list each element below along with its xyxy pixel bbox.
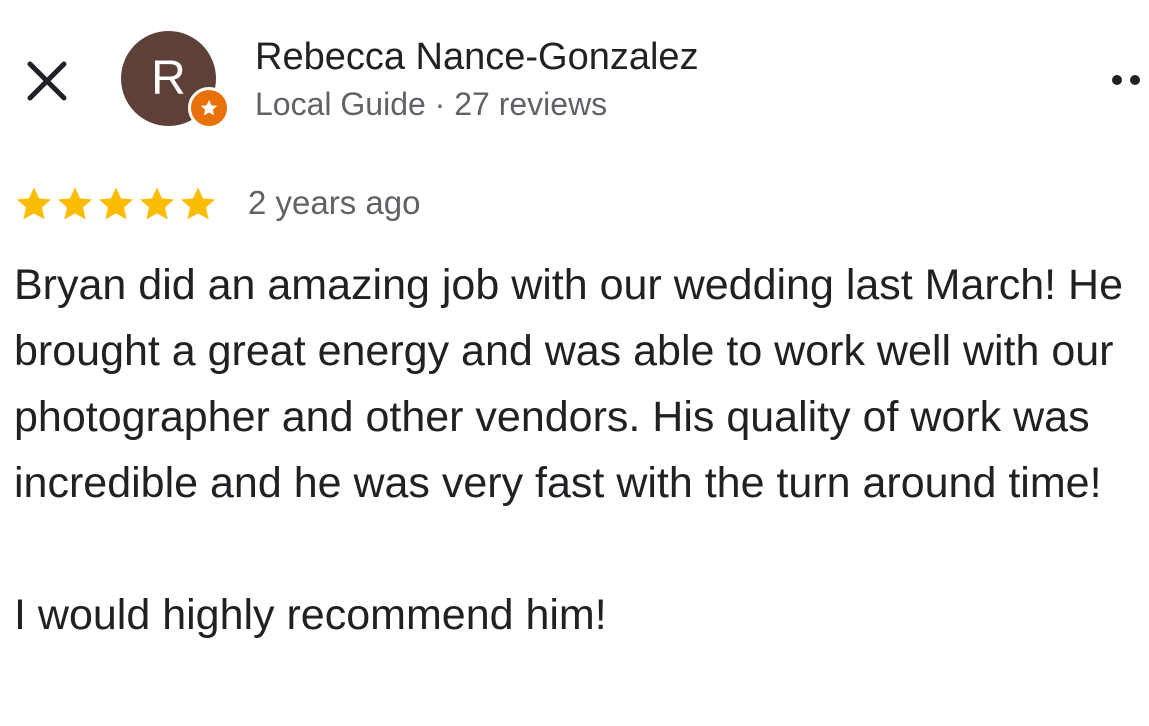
close-icon: [27, 61, 67, 101]
close-button[interactable]: [18, 52, 76, 110]
review-text: Bryan did an amazing job with our weddin…: [14, 252, 1144, 648]
more-options-icon: [1112, 75, 1140, 85]
review-paragraph: I would highly recommend him!: [14, 591, 607, 639]
star-icon: [137, 184, 177, 224]
reviewer-meta[interactable]: Local Guide · 27 reviews: [255, 83, 607, 125]
star-icon: [96, 184, 136, 224]
star-icon: [14, 184, 54, 224]
star-icon: [200, 100, 218, 116]
review-date: 2 years ago: [248, 184, 421, 221]
star-rating: [14, 182, 219, 226]
star-icon: [178, 184, 218, 224]
reviewer-name[interactable]: Rebecca Nance-Gonzalez: [255, 34, 699, 80]
more-options-button[interactable]: [1106, 60, 1146, 100]
review-paragraph: Bryan did an amazing job with our weddin…: [14, 261, 1124, 507]
star-icon: [55, 184, 95, 224]
local-guide-badge: [188, 87, 230, 129]
